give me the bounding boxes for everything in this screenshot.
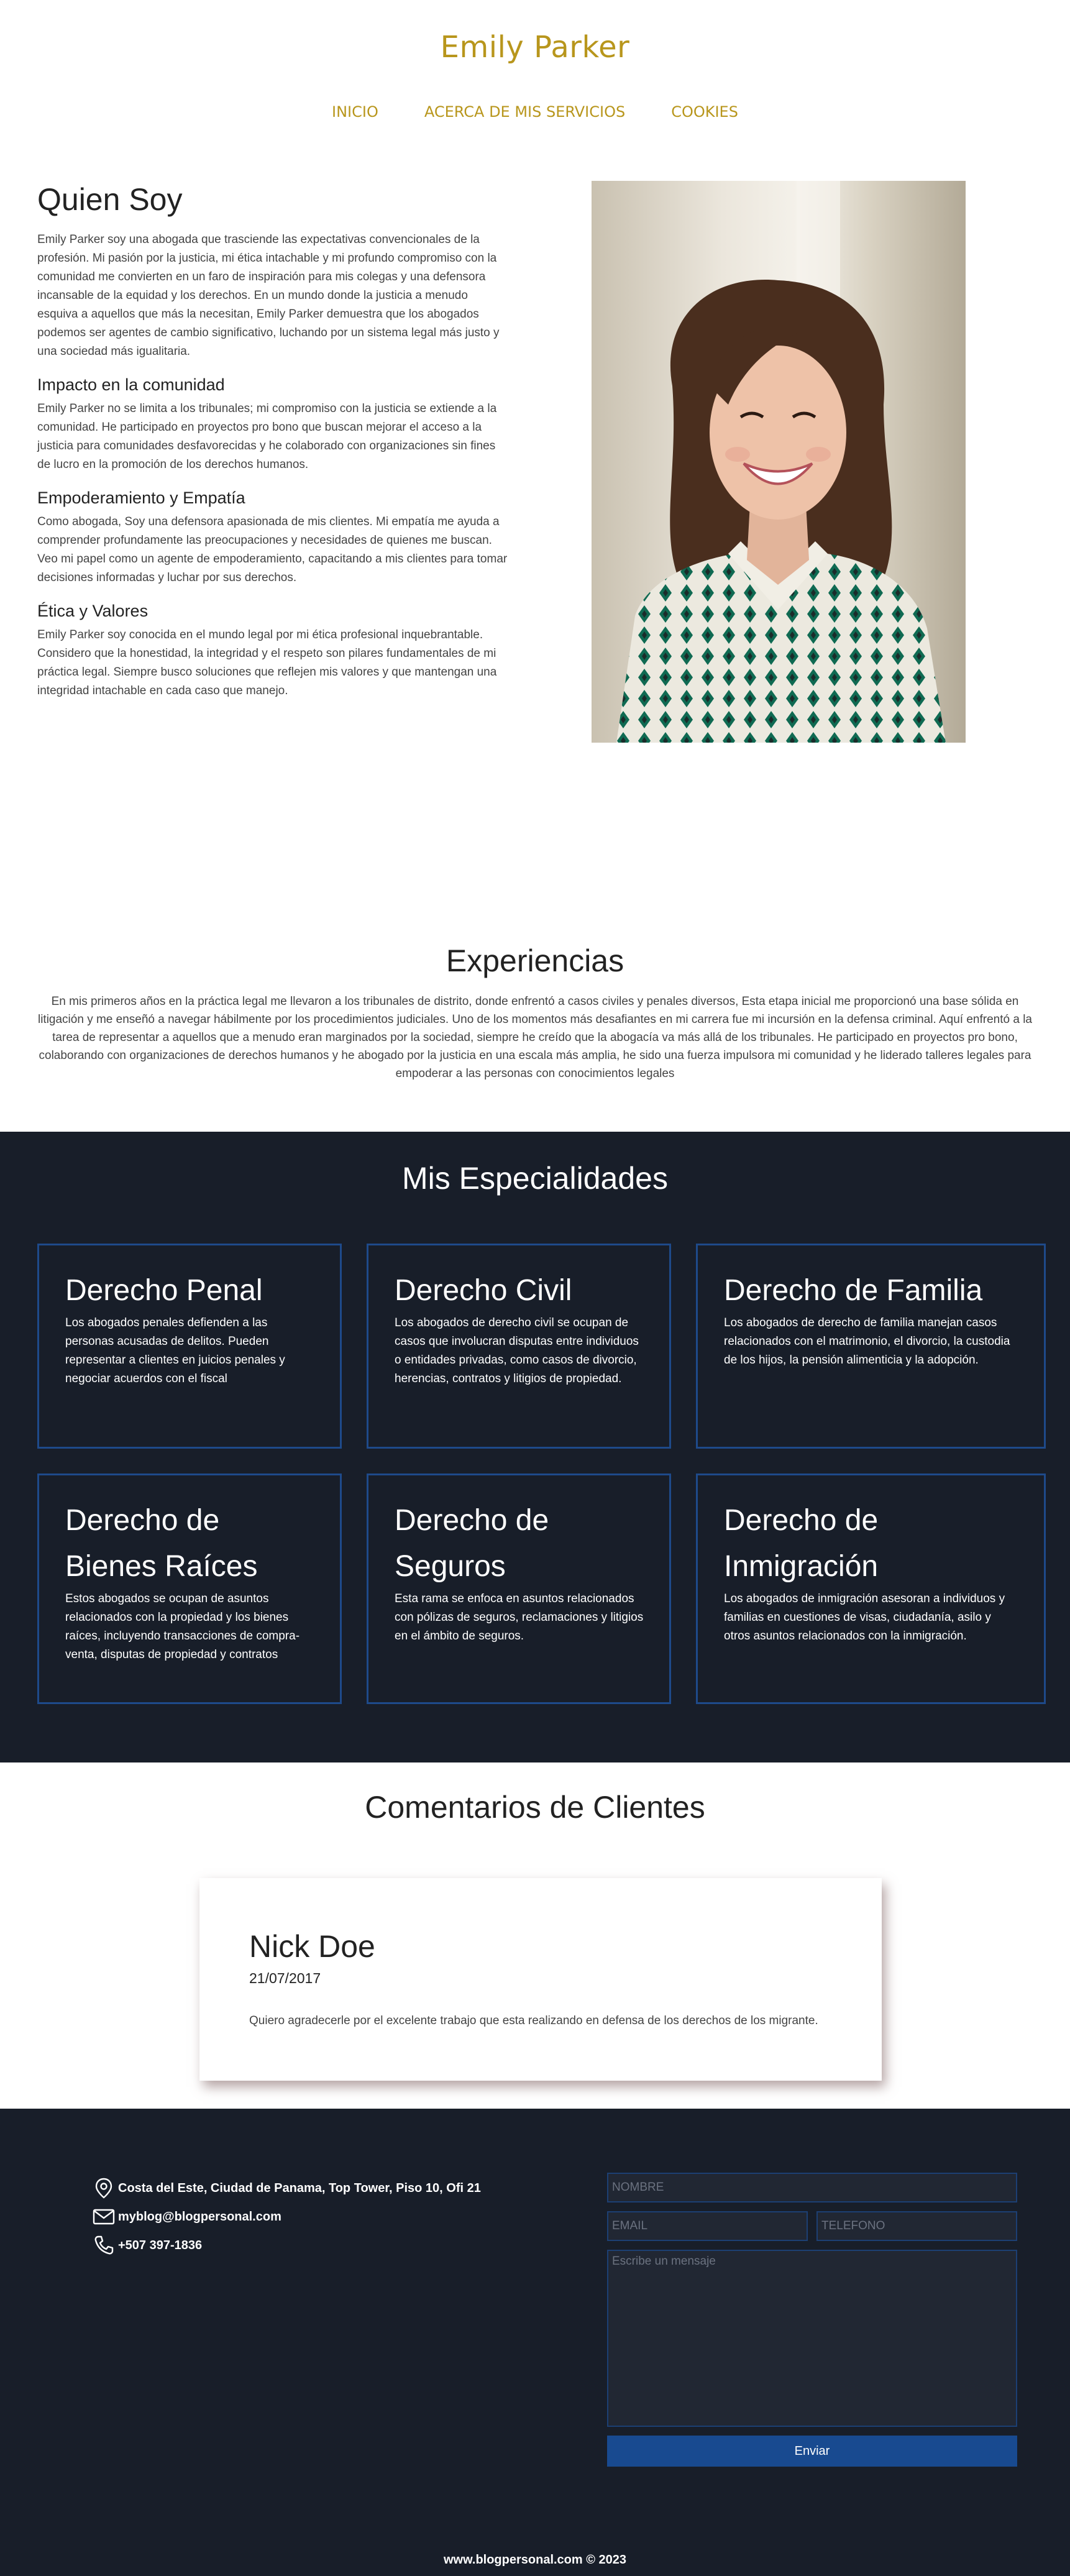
contact-phone-text[interactable]: +507 397-1836	[118, 2239, 202, 2253]
specialty-card-familia: Derecho de Familia Los abogados de derec…	[696, 1244, 1046, 1449]
comment-text: Quiero agradecerle por el excelente trab…	[249, 2014, 818, 2027]
specialty-card-title: Derecho Penal	[65, 1274, 263, 1307]
envelope-icon	[92, 2205, 116, 2229]
site-header: Emily Parker INICIO ACERCA DE MIS SERVIC…	[0, 0, 1070, 127]
specialty-card-text: Los abogados penales defienden a las per…	[65, 1316, 285, 1385]
nav-link-inicio[interactable]: INICIO	[332, 103, 378, 121]
specialties-grid: Derecho Penal Los abogados penales defie…	[0, 1244, 1070, 1704]
specialty-card-title: Derecho de Familia	[724, 1274, 983, 1307]
name-field[interactable]: NOMBRE	[607, 2173, 1017, 2202]
location-pin-icon	[92, 2176, 116, 2200]
contact-email: myblog@blogpersonal.com	[92, 2202, 481, 2231]
nav-link-servicios[interactable]: ACERCA DE MIS SERVICIOS	[424, 103, 625, 121]
specialties-title: Mis Especialidades	[402, 1161, 668, 1196]
comment-date: 21/07/2017	[249, 1970, 321, 1986]
specialty-card-bienes-raices: Derecho de Bienes Raíces Estos abogados …	[37, 1474, 342, 1704]
about-text: Quien Soy Emily Parker soy una abogada q…	[37, 181, 510, 870]
specialty-card-text: Estos abogados se ocupan de asuntos rela…	[65, 1592, 300, 1661]
specialty-card-text: Los abogados de inmigración asesoran a i…	[724, 1592, 1005, 1643]
experience-section: Experiencias En mis primeros años en la …	[0, 870, 1070, 1132]
experience-text: En mis primeros años en la práctica lega…	[37, 995, 1033, 1080]
specialty-card-penal: Derecho Penal Los abogados penales defie…	[37, 1244, 342, 1449]
main-nav: INICIO ACERCA DE MIS SERVICIOS COOKIES	[0, 103, 1070, 121]
copyright-text: www.blogpersonal.com © 2023	[443, 2553, 627, 2567]
specialty-card-title: Derecho de Inmigración	[724, 1504, 879, 1583]
specialty-card-civil: Derecho Civil Los abogados de derecho ci…	[367, 1244, 671, 1449]
comments-title: Comentarios de Clientes	[365, 1790, 705, 1825]
about-text-empoderamiento: Como abogada, Soy una defensora apasiona…	[37, 515, 508, 584]
specialty-card-seguros: Derecho de Seguros Esta rama se enfoca e…	[367, 1474, 671, 1704]
specialties-section: Mis Especialidades Derecho Penal Los abo…	[0, 1132, 1070, 1762]
contact-address-text: Costa del Este, Ciudad de Panama, Top To…	[118, 2181, 481, 2195]
specialty-card-title: Derecho Civil	[395, 1274, 572, 1307]
profile-photo-illustration	[592, 181, 966, 743]
site-footer: Costa del Este, Ciudad de Panama, Top To…	[0, 2109, 1070, 2576]
about-section: Quien Soy Emily Parker soy una abogada q…	[0, 127, 1070, 870]
contact-phone: +507 397-1836	[92, 2231, 481, 2260]
contact-info: Costa del Este, Ciudad de Panama, Top To…	[92, 2174, 481, 2260]
experience-title: Experiencias	[446, 943, 624, 978]
phone-field[interactable]: TELEFONO	[816, 2211, 1017, 2241]
contact-fields-row: EMAIL TELEFONO	[607, 2211, 1017, 2241]
about-text-impacto: Emily Parker no se limita a los tribunal…	[37, 402, 497, 471]
about-intro: Emily Parker soy una abogada que trascie…	[37, 233, 500, 358]
contact-address: Costa del Este, Ciudad de Panama, Top To…	[92, 2174, 481, 2202]
specialty-card-text: Los abogados de derecho de familia manej…	[724, 1316, 1010, 1367]
email-field[interactable]: EMAIL	[607, 2211, 808, 2241]
about-title: Quien Soy	[37, 182, 183, 217]
specialty-card-text: Esta rama se enfoca en asuntos relaciona…	[395, 1592, 644, 1643]
about-text-etica: Emily Parker soy conocida en el mundo le…	[37, 628, 497, 697]
specialty-card-text: Los abogados de derecho civil se ocupan …	[395, 1316, 639, 1385]
comments-section: Comentarios de Clientes Nick Doe 21/07/2…	[0, 1762, 1070, 2109]
send-button[interactable]: Enviar	[607, 2436, 1017, 2467]
brand-title[interactable]: Emily Parker	[0, 30, 1070, 65]
contact-email-text[interactable]: myblog@blogpersonal.com	[118, 2210, 281, 2224]
about-heading-impacto: Impacto en la comunidad	[37, 375, 225, 394]
specialty-card-inmigracion: Derecho de Inmigración Los abogados de i…	[696, 1474, 1046, 1704]
comment-author: Nick Doe	[249, 1929, 375, 1964]
about-heading-empoderamiento: Empoderamiento y Empatía	[37, 488, 245, 507]
contact-form: NOMBRE EMAIL TELEFONO Escribe un mensaje…	[607, 2173, 1017, 2467]
phone-icon	[92, 2234, 116, 2257]
profile-photo	[592, 181, 966, 743]
comment-card: Nick Doe 21/07/2017 Quiero agradecerle p…	[199, 1878, 882, 2081]
nav-link-cookies[interactable]: COOKIES	[671, 103, 738, 121]
specialty-card-title: Derecho de Bienes Raíces	[65, 1504, 258, 1583]
message-textarea[interactable]: Escribe un mensaje	[607, 2250, 1017, 2427]
about-heading-etica: Ética y Valores	[37, 602, 149, 620]
specialty-card-title: Derecho de Seguros	[395, 1504, 549, 1583]
